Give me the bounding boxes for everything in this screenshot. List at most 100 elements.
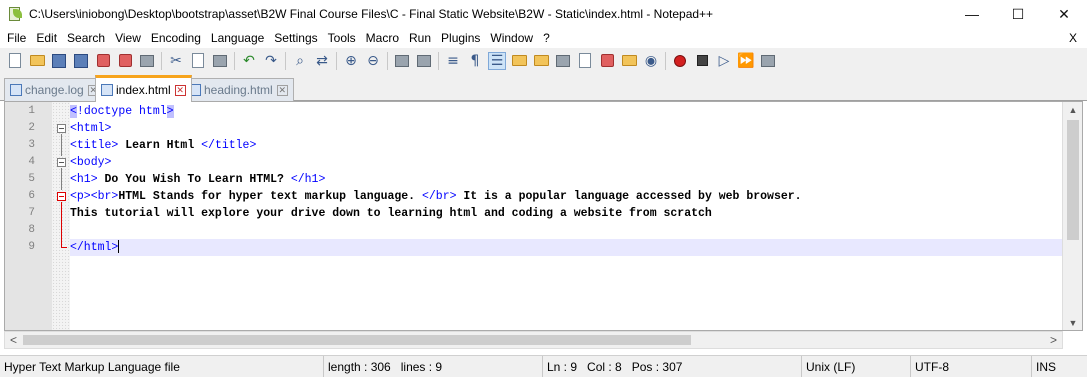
vertical-scrollbar[interactable]: ▲ ▼ — [1062, 102, 1082, 330]
line-number: 6 — [28, 190, 35, 202]
code-line: <body> — [70, 156, 112, 169]
line-number: 5 — [28, 173, 35, 185]
status-insert-mode[interactable]: INS — [1032, 356, 1087, 377]
redo-icon[interactable]: ↷ — [262, 52, 280, 70]
menu-language[interactable]: Language — [206, 28, 269, 48]
maximize-button[interactable]: ☐ — [995, 0, 1041, 28]
menu-edit[interactable]: Edit — [31, 28, 62, 48]
run-macro-multiple-icon[interactable]: ⏩ — [737, 52, 755, 70]
copy-icon[interactable] — [189, 52, 207, 70]
status-encoding[interactable]: UTF-8 — [911, 355, 1032, 377]
status-bar: Hyper Text Markup Language file length :… — [0, 355, 1087, 377]
menu-encoding[interactable]: Encoding — [146, 28, 206, 48]
status-length-lines: length : 306 lines : 9 — [324, 355, 543, 377]
status-eol[interactable]: Unix (LF) — [802, 355, 911, 377]
toolbar: ✂ ↶ ↷ ⌕ ⇄ ⊕ ⊖ ≡ ¶ ☰ ◉ ▷ ⏩ — [0, 48, 1087, 73]
close-document-button[interactable]: X — [1069, 28, 1077, 48]
print-icon[interactable] — [138, 52, 156, 70]
close-tab-icon[interactable]: ✕ — [276, 84, 288, 96]
scroll-left-icon[interactable]: < — [5, 332, 22, 348]
user-language-icon[interactable] — [510, 52, 528, 70]
monitoring-icon[interactable] — [598, 52, 616, 70]
playback-macro-icon[interactable]: ▷ — [715, 52, 733, 70]
sync-vertical-icon[interactable] — [393, 52, 411, 70]
code-line: <title> Learn Html </title> — [70, 139, 257, 152]
horizontal-scrollbar[interactable]: < > — [4, 331, 1063, 349]
menu-view[interactable]: View — [110, 28, 146, 48]
save-icon[interactable] — [50, 52, 68, 70]
tab-heading-html[interactable]: heading.html ✕ — [183, 78, 294, 101]
menu-bar: File Edit Search View Encoding Language … — [0, 28, 1087, 48]
fold-toggle-icon[interactable] — [57, 124, 66, 133]
close-button[interactable]: ✕ — [1041, 0, 1087, 28]
vertical-scroll-thumb[interactable] — [1067, 120, 1079, 240]
scroll-right-icon[interactable]: > — [1045, 332, 1062, 348]
stop-recording-icon[interactable] — [693, 52, 711, 70]
sync-horizontal-icon[interactable] — [415, 52, 433, 70]
save-macro-icon[interactable] — [759, 52, 777, 70]
word-wrap-icon[interactable]: ≡ — [444, 52, 462, 70]
menu-tools[interactable]: Tools — [323, 28, 361, 48]
find-icon[interactable]: ⌕ — [291, 52, 309, 70]
line-number: 7 — [28, 207, 35, 219]
close-tab-icon[interactable]: ✕ — [174, 84, 186, 96]
view-icon[interactable]: ◉ — [642, 52, 660, 70]
open-file-icon[interactable] — [28, 52, 46, 70]
menu-plugins[interactable]: Plugins — [436, 28, 485, 48]
text-caret — [118, 240, 120, 254]
record-macro-icon[interactable] — [671, 52, 689, 70]
fold-toggle-icon[interactable] — [57, 158, 66, 167]
close-all-icon[interactable] — [116, 52, 134, 70]
code-text-area[interactable]: <!doctype html> <html> <title> Learn Htm… — [70, 102, 1062, 330]
scroll-up-icon[interactable]: ▲ — [1063, 102, 1082, 119]
close-file-icon[interactable] — [94, 52, 112, 70]
save-all-icon[interactable] — [72, 52, 90, 70]
fold-margin — [52, 102, 70, 330]
code-line-current: </html> — [70, 239, 1062, 256]
file-icon — [10, 84, 22, 96]
code-line: This tutorial will explore your drive do… — [70, 207, 712, 220]
folder-icon[interactable] — [620, 52, 638, 70]
indent-guide-icon[interactable]: ☰ — [488, 51, 506, 70]
menu-run[interactable]: Run — [404, 28, 436, 48]
code-line: <html> — [70, 122, 112, 135]
tab-label: heading.html — [204, 83, 273, 97]
menu-window[interactable]: Window — [485, 28, 538, 48]
tab-label: index.html — [116, 83, 171, 97]
code-editor[interactable]: 1 2 3 4 5 6 7 8 9 <!doctype html> <html>… — [4, 101, 1083, 331]
minimize-button[interactable]: — — [949, 0, 995, 28]
status-pos: Pos : 307 — [631, 359, 683, 374]
show-all-characters-icon[interactable]: ¶ — [466, 52, 484, 70]
menu-help[interactable]: ? — [538, 28, 555, 48]
status-length: length : 306 — [328, 359, 391, 374]
zoom-in-icon[interactable]: ⊕ — [342, 52, 360, 70]
folder-as-workspace-icon[interactable] — [576, 52, 594, 70]
menu-macro[interactable]: Macro — [361, 28, 404, 48]
menu-search[interactable]: Search — [62, 28, 110, 48]
undo-icon[interactable]: ↶ — [240, 52, 258, 70]
status-file-type: Hyper Text Markup Language file — [0, 355, 324, 377]
zoom-out-icon[interactable]: ⊖ — [364, 52, 382, 70]
line-number: 3 — [28, 139, 35, 151]
tab-index-html[interactable]: index.html ✕ — [95, 75, 192, 102]
replace-icon[interactable]: ⇄ — [313, 52, 331, 70]
function-list-icon[interactable] — [554, 52, 572, 70]
menu-settings[interactable]: Settings — [269, 28, 322, 48]
line-number: 8 — [28, 224, 35, 236]
paste-icon[interactable] — [211, 52, 229, 70]
menu-file[interactable]: File — [0, 28, 31, 48]
line-number: 2 — [28, 122, 35, 134]
tab-change-log[interactable]: change.log ✕ — [4, 78, 105, 101]
window-title: C:\Users\iniobong\Desktop\bootstrap\asse… — [29, 7, 714, 21]
new-file-icon[interactable] — [6, 52, 24, 70]
code-line: <!doctype html> — [70, 105, 174, 118]
title-bar: C:\Users\iniobong\Desktop\bootstrap\asse… — [0, 0, 1087, 28]
code-line: <p><br>HTML Stands for hyper text markup… — [70, 190, 802, 203]
horizontal-scroll-thumb[interactable] — [23, 335, 691, 345]
line-number: 4 — [28, 156, 35, 168]
fold-toggle-icon[interactable] — [57, 192, 66, 201]
cut-icon[interactable]: ✂ — [167, 52, 185, 70]
scroll-down-icon[interactable]: ▼ — [1063, 315, 1082, 330]
document-map-icon[interactable] — [532, 52, 550, 70]
